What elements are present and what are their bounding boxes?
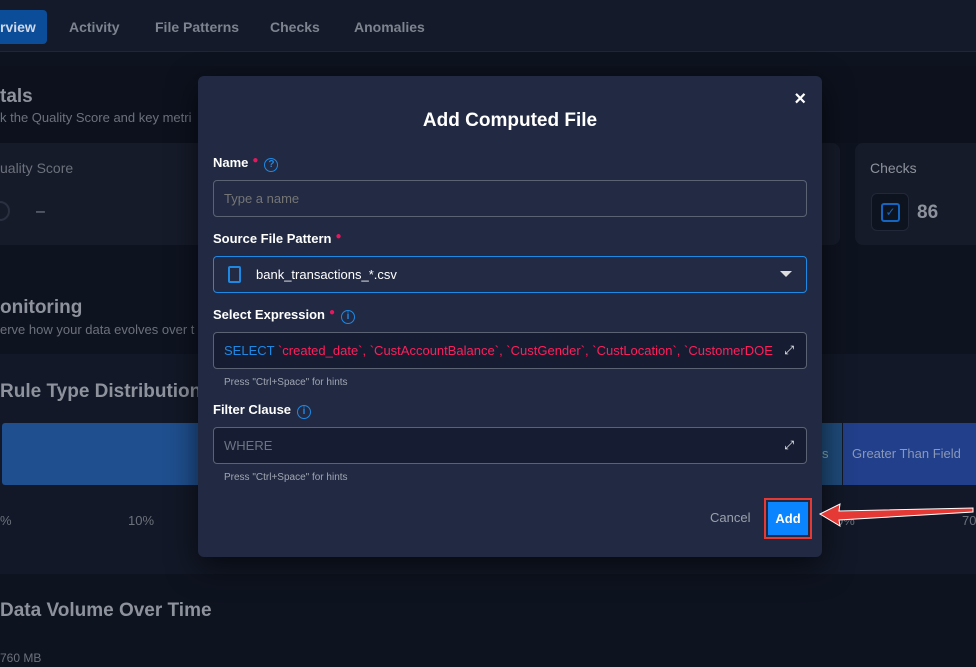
- sql-columns: `created_date`, `CustAccountBalance`, `C…: [274, 343, 773, 358]
- required-icon: ●: [329, 307, 336, 318]
- rule-segment-label: s: [822, 446, 829, 461]
- rule-segment-label: Greater Than Field: [852, 446, 961, 461]
- quality-score-card: uality Score –: [0, 143, 210, 245]
- rule-segment-greater-than-field[interactable]: Greater Than Field: [843, 423, 976, 485]
- hint-text: Press "Ctrl+Space" for hints: [224, 472, 348, 483]
- axis-tick: %: [0, 513, 12, 528]
- monitoring-subtitle: erve how your data evolves over t: [0, 322, 195, 337]
- source-file-pattern-select[interactable]: bank_transactions_*.csv: [213, 256, 807, 293]
- help-icon[interactable]: ?: [264, 158, 279, 172]
- annotation-arrow-icon: [818, 503, 974, 527]
- checks-value: 86: [917, 202, 939, 223]
- expand-icon[interactable]: ⤢: [784, 428, 794, 463]
- tab-checks[interactable]: Checks: [270, 10, 320, 44]
- filter-clause-editor[interactable]: WHERE ⤢: [213, 427, 807, 464]
- tab-file-patterns[interactable]: File Patterns: [155, 10, 239, 44]
- tab-overview[interactable]: rview: [0, 10, 47, 44]
- source-label: Source File Pattern: [213, 231, 332, 246]
- checks-label: Checks: [870, 160, 917, 176]
- required-icon: ●: [335, 231, 342, 242]
- info-icon[interactable]: i: [297, 405, 312, 419]
- select-label: Select Expression: [213, 307, 325, 322]
- source-value: bank_transactions_*.csv: [256, 267, 397, 282]
- add-button[interactable]: Add: [768, 502, 808, 535]
- tab-activity[interactable]: Activity: [69, 10, 120, 44]
- axis-tick: 10%: [128, 513, 155, 528]
- chevron-down-icon: [780, 271, 792, 277]
- rule-segment[interactable]: s: [822, 423, 842, 485]
- sql-keyword: SELECT: [224, 343, 275, 358]
- filter-placeholder: WHERE: [224, 438, 273, 453]
- rule-segment-bar[interactable]: [2, 423, 202, 485]
- quality-score-label: uality Score: [0, 160, 74, 176]
- info-icon[interactable]: i: [341, 310, 356, 324]
- close-icon[interactable]: ×: [794, 88, 806, 111]
- score-ring: [0, 201, 10, 221]
- dialog-title: Add Computed File: [422, 110, 598, 131]
- name-label: Name ●?: [213, 155, 279, 172]
- file-icon: [228, 266, 241, 283]
- tab-anomalies[interactable]: Anomalies: [354, 10, 425, 44]
- cancel-button[interactable]: Cancel: [710, 510, 750, 525]
- tab-bar: rview Activity File Patterns Checks Anom…: [0, 0, 976, 52]
- required-icon: ●: [252, 155, 259, 166]
- add-button-highlight: Add: [764, 498, 812, 539]
- volume-title: Data Volume Over Time: [0, 600, 212, 621]
- volume-axis-tick: 760 MB: [0, 651, 42, 665]
- add-computed-file-dialog: × Add Computed File Name●? Source File P…: [198, 76, 822, 557]
- monitoring-title: onitoring: [0, 297, 83, 318]
- rule-distribution-title: Rule Type Distribution: [0, 381, 202, 402]
- totals-subtitle: k the Quality Score and key metri: [0, 110, 192, 125]
- name-label-text: Name: [213, 155, 249, 170]
- expand-icon[interactable]: ⤢: [784, 333, 794, 368]
- checks-card: Checks ✓ 86: [855, 143, 976, 245]
- totals-title: tals: [0, 86, 33, 107]
- quality-score-value: –: [36, 203, 45, 220]
- select-expression-editor[interactable]: SELECT `created_date`, `CustAccountBalan…: [213, 332, 807, 369]
- hint-text: Press "Ctrl+Space" for hints: [224, 377, 348, 388]
- name-input[interactable]: [213, 180, 807, 217]
- filter-label: Filter Clause: [213, 402, 292, 417]
- checks-icon: ✓: [871, 193, 909, 231]
